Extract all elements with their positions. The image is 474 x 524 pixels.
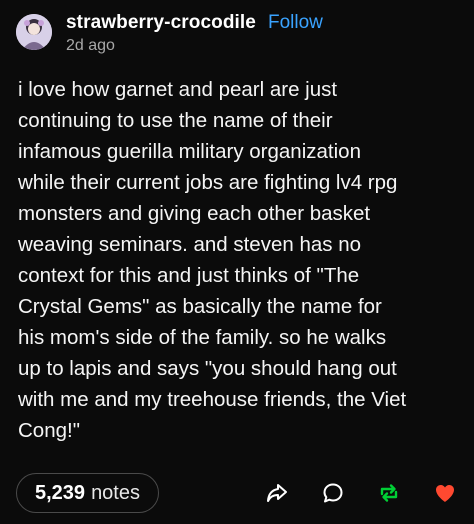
post-actions bbox=[234, 480, 458, 506]
share-button[interactable] bbox=[264, 480, 290, 506]
share-icon bbox=[267, 484, 287, 502]
name-row: strawberry-crocodile Follow bbox=[66, 12, 323, 34]
notes-label: notes bbox=[91, 481, 140, 504]
follow-button[interactable]: Follow bbox=[268, 12, 323, 34]
notes-count: 5,239 bbox=[35, 481, 86, 504]
like-icon bbox=[436, 485, 454, 502]
post-body: i love how garnet and pearl are just con… bbox=[18, 78, 407, 442]
reblog-button[interactable] bbox=[376, 480, 402, 506]
avatar[interactable] bbox=[16, 14, 52, 50]
reply-button[interactable] bbox=[320, 480, 346, 506]
post-footer: 5,239 notes bbox=[16, 472, 458, 514]
post-meta: strawberry-crocodile Follow 2d ago bbox=[66, 12, 323, 55]
post-timestamp: 2d ago bbox=[66, 37, 115, 54]
avatar-image bbox=[16, 14, 52, 50]
notes-button[interactable]: 5,239 notes bbox=[16, 473, 159, 513]
post-header: strawberry-crocodile Follow 2d ago bbox=[16, 12, 323, 55]
username-link[interactable]: strawberry-crocodile bbox=[66, 12, 256, 34]
reblog-icon bbox=[380, 484, 398, 502]
like-button[interactable] bbox=[432, 480, 458, 506]
reply-icon bbox=[323, 483, 343, 503]
post-card: strawberry-crocodile Follow 2d ago i lov… bbox=[0, 0, 474, 524]
